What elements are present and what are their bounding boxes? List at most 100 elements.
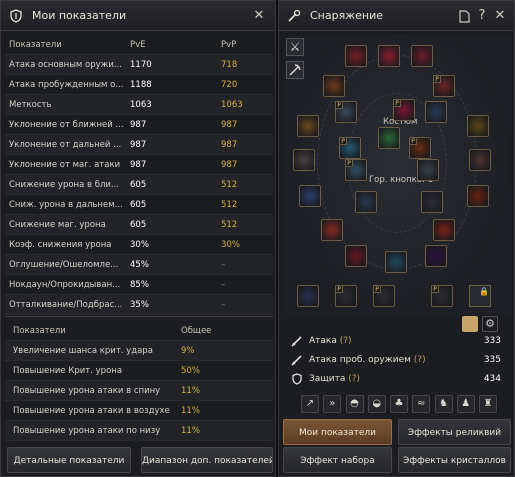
equipment-slot[interactable] — [293, 149, 315, 171]
tab-crystal-effects[interactable]: Эффекты кристаллов — [398, 447, 511, 473]
equipment-slot[interactable] — [469, 149, 491, 171]
equipment-slot[interactable]: P — [409, 137, 431, 159]
equipment-titlebar[interactable]: Снаряжение ? ✕ — [279, 1, 514, 31]
awakening-attack-label: Атака проб. оружием — [309, 355, 411, 365]
stat-pvp-value: 720 — [221, 80, 238, 90]
mask-icon[interactable]: ◓ — [345, 395, 364, 413]
helmet-icon[interactable]: ◒ — [367, 395, 386, 413]
tab-relic-effects[interactable]: Эффекты реликвий — [398, 419, 511, 445]
header-name: Показатели — [9, 40, 62, 50]
header2-val: Общее — [181, 326, 212, 336]
stat-pve-value: 987 — [130, 140, 147, 150]
equipment-slot[interactable] — [378, 127, 400, 149]
equipment-slot[interactable] — [425, 101, 447, 123]
equipment-slot[interactable]: P — [393, 99, 415, 121]
equipment-slot[interactable]: P — [335, 101, 357, 123]
equipment-slot[interactable] — [345, 245, 367, 267]
sprint-icon[interactable]: » — [323, 395, 342, 413]
stat-value: 50% — [181, 366, 200, 376]
equipment-slot[interactable] — [297, 285, 319, 307]
defense-stat: Защита (?) 434 — [291, 371, 501, 387]
wing-icon[interactable]: ≈ — [412, 395, 431, 413]
guard-icon[interactable]: ♜ — [479, 395, 497, 413]
equipment-slot[interactable] — [467, 115, 489, 137]
document-icon[interactable] — [456, 8, 472, 24]
equipment-slot[interactable]: P — [433, 75, 455, 97]
equipment-slot[interactable] — [323, 75, 345, 97]
sword-icon — [291, 335, 303, 347]
attack-help[interactable]: (?) — [340, 336, 352, 346]
equipment-slot[interactable] — [385, 251, 407, 273]
stat-name: Сниж. урона в дальнем... — [9, 200, 123, 210]
stat-pvp-value: – — [221, 280, 226, 290]
equipment-window-title: Снаряжение — [310, 9, 383, 22]
close-icon[interactable]: ✕ — [251, 8, 267, 24]
table-header-2: Показатели Общее — [5, 321, 273, 341]
locked-slot[interactable]: 🔒 — [469, 285, 491, 307]
equipment-slot[interactable] — [417, 159, 439, 181]
defense-label: Защита — [309, 374, 346, 384]
equipment-slot[interactable]: P — [335, 285, 357, 307]
stat-name: Нокдаун/Опрокидыван... — [9, 280, 121, 290]
equipment-slot[interactable] — [299, 185, 321, 207]
stat-pvp-value: – — [221, 300, 226, 310]
table-row: Коэф. снижения урона 30% 30% — [5, 235, 273, 255]
table-row: Снижение урона в бли... 605 512 — [5, 175, 273, 195]
slot-p-tag: P — [335, 101, 343, 109]
table-row: Атака основным оружи... 1170 718 — [5, 55, 273, 75]
slot-p-tag: P — [339, 137, 347, 145]
equipment-slot[interactable]: P — [345, 159, 367, 181]
stat-name: Снижение маг. урона — [9, 220, 106, 230]
attack-value: 333 — [483, 336, 501, 346]
equipment-slot[interactable] — [321, 219, 343, 241]
help-icon[interactable]: ? — [474, 8, 490, 24]
extra-stats-range-button[interactable]: Диапазон доп. показателей — [141, 447, 273, 473]
equipment-slot[interactable]: P — [339, 137, 361, 159]
equipment-slot[interactable] — [297, 115, 319, 137]
pickaxe-icon[interactable] — [286, 61, 304, 79]
crossed-swords-icon[interactable]: ⚔ — [286, 38, 304, 56]
equipment-slot[interactable] — [467, 185, 489, 207]
slot-p-tag: P — [393, 99, 401, 107]
stat-pve-value: 605 — [130, 200, 147, 210]
tab-my-stats[interactable]: Мои показатели — [283, 419, 392, 445]
stat-pvp-value: 512 — [221, 200, 238, 210]
dragon-icon[interactable]: ♞ — [434, 395, 453, 413]
equipment-slot[interactable]: P — [431, 285, 453, 307]
stat-view-icon[interactable] — [462, 316, 478, 332]
stat-name: Повышение урона атаки в воздухе — [13, 406, 170, 416]
settings-gear-icon[interactable]: ⚙ — [482, 316, 498, 332]
table-row: Повышение Крит. урона 50% — [5, 361, 273, 381]
equipment-slot[interactable] — [433, 219, 455, 241]
stats-window-title: Мои показатели — [32, 9, 127, 22]
stat-pve-value: 605 — [130, 220, 147, 230]
stat-pvp-value: 1063 — [221, 100, 243, 110]
equipment-slot[interactable]: P — [373, 285, 395, 307]
pve-pvp-stats-table: Показатели PvE PvP Атака основным оружи.… — [5, 35, 273, 315]
stat-pvp-value: 987 — [221, 160, 238, 170]
equipment-slot[interactable] — [425, 245, 447, 267]
stat-name: Повышение урона атаки в спину — [13, 386, 161, 396]
close-icon[interactable]: ✕ — [492, 8, 508, 24]
equipment-slot[interactable] — [421, 191, 443, 213]
stat-pvp-value: 987 — [221, 120, 238, 130]
defense-help[interactable]: (?) — [348, 374, 360, 384]
slot-p-tag: P — [433, 75, 441, 83]
stats-titlebar[interactable]: Мои показатели ✕ — [1, 1, 275, 31]
paw-icon[interactable]: ♣ — [390, 395, 408, 413]
stat-value: 11% — [181, 386, 200, 396]
slot-p-tag: P — [335, 285, 343, 293]
equipment-slot[interactable] — [345, 45, 367, 67]
person-icon[interactable]: ♟ — [456, 395, 475, 413]
equipment-slot[interactable] — [411, 45, 433, 67]
equipment-slot[interactable] — [355, 191, 377, 213]
stat-pvp-value: 512 — [221, 220, 238, 230]
lock-icon: 🔒 — [479, 287, 489, 296]
run-icon[interactable]: ↗ — [301, 395, 319, 413]
equipment-slot[interactable] — [378, 45, 400, 67]
awakening-attack-help[interactable]: (?) — [414, 355, 426, 365]
tab-set-effect[interactable]: Эффект набора — [283, 447, 392, 473]
stat-value: 11% — [181, 406, 200, 416]
stat-name: Меткость — [9, 100, 52, 110]
detailed-stats-button[interactable]: Детальные показатели — [7, 447, 131, 473]
